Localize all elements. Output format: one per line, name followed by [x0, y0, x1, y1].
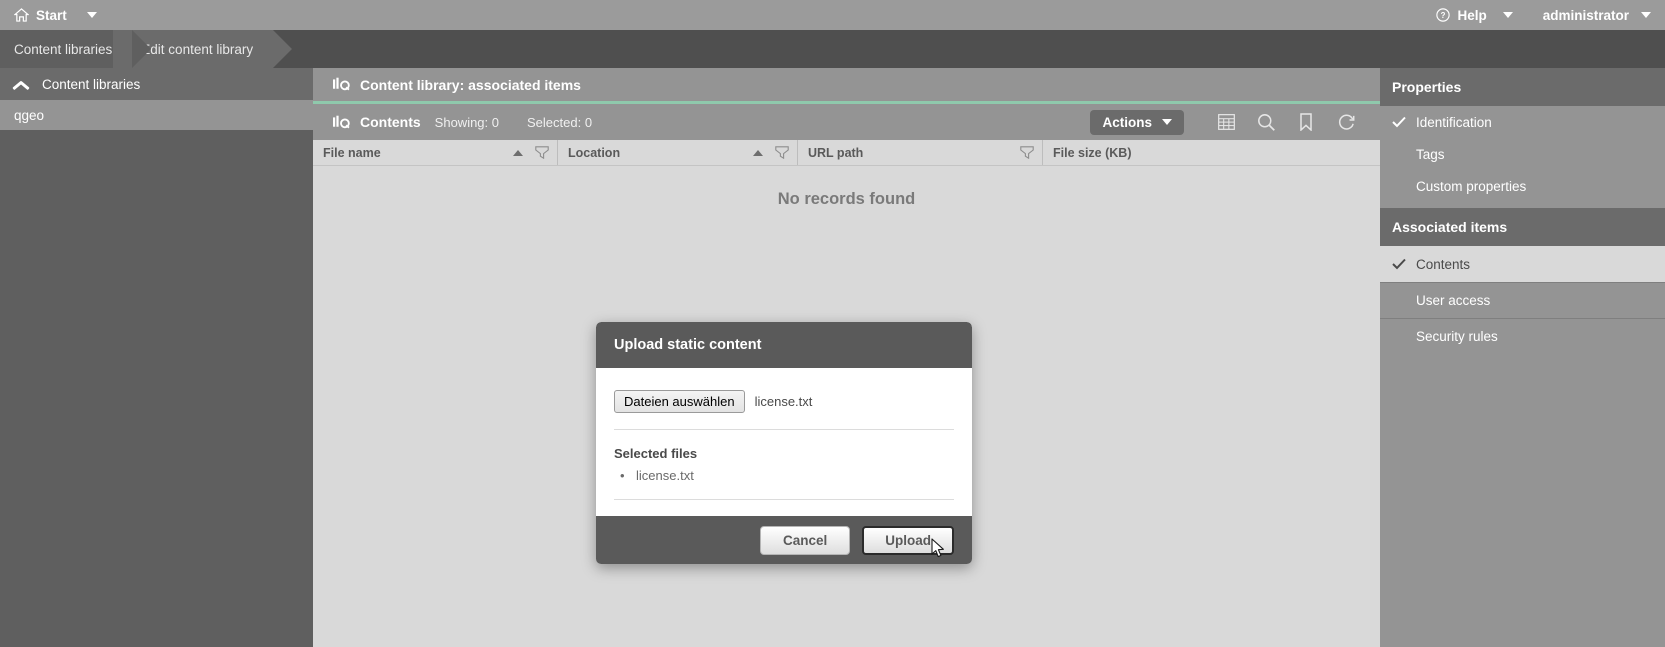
- refresh-icon[interactable]: [1326, 107, 1366, 137]
- page-title: Content library: associated items: [313, 68, 1380, 104]
- left-panel-title: Content libraries: [42, 77, 140, 92]
- user-chevron-down-icon[interactable]: [1641, 12, 1651, 18]
- contents-table-header: File name Location URL path: [313, 140, 1380, 166]
- sort-ascending-icon[interactable]: [513, 150, 523, 156]
- column-label: File size (KB): [1053, 146, 1372, 160]
- properties-item-tags[interactable]: Tags: [1380, 138, 1665, 170]
- list-item-label: qgeo: [14, 108, 44, 123]
- selected-files-list: license.txt: [614, 467, 954, 500]
- start-menu-button[interactable]: Start: [10, 6, 71, 25]
- properties-item-label: Identification: [1416, 115, 1492, 130]
- left-panel-header[interactable]: Content libraries: [0, 68, 313, 100]
- bookmark-icon[interactable]: [1286, 107, 1326, 137]
- file-chooser-row: Dateien auswählen license.txt: [614, 390, 954, 430]
- column-label: Location: [568, 146, 753, 160]
- column-header-url-path[interactable]: URL path: [798, 140, 1043, 165]
- chosen-file-name: license.txt: [755, 394, 813, 409]
- dialog-body: Dateien auswählen license.txt Selected f…: [596, 368, 972, 516]
- qlik-logo-icon: [333, 115, 350, 130]
- top-navigation-bar: Start ? Help administrator: [0, 0, 1665, 30]
- properties-item-custom-properties[interactable]: Custom properties: [1380, 170, 1665, 202]
- associated-item-security-rules[interactable]: Security rules: [1380, 318, 1665, 354]
- properties-item-label: Custom properties: [1416, 179, 1526, 194]
- list-item: license.txt: [636, 467, 954, 485]
- actions-label: Actions: [1102, 115, 1152, 130]
- filter-icon[interactable]: [535, 146, 549, 159]
- section-title: Associated items: [1392, 219, 1507, 235]
- help-button[interactable]: ? Help: [1432, 6, 1490, 25]
- upload-static-content-dialog: Upload static content Dateien auswählen …: [596, 322, 972, 564]
- associated-item-label: User access: [1416, 293, 1490, 308]
- column-header-location[interactable]: Location: [558, 140, 798, 165]
- list-item-qgeo[interactable]: qgeo: [0, 100, 313, 130]
- breadcrumb-label: Edit content library: [141, 42, 253, 57]
- showing-count: Showing: 0: [435, 115, 499, 130]
- selected-count: Selected: 0: [527, 115, 592, 130]
- contents-toolbar: Contents Showing: 0 Selected: 0 Actions: [313, 104, 1380, 140]
- column-label: File name: [323, 146, 513, 160]
- section-title: Properties: [1392, 79, 1461, 95]
- user-label: administrator: [1543, 8, 1629, 23]
- top-nav-left: Start: [10, 6, 97, 25]
- associated-item-label: Contents: [1416, 257, 1470, 272]
- check-icon: [1392, 116, 1408, 128]
- filter-icon[interactable]: [775, 146, 789, 159]
- top-nav-right: ? Help administrator: [1422, 6, 1651, 25]
- breadcrumb: Content libraries Edit content library: [0, 30, 1665, 68]
- help-label: Help: [1457, 8, 1486, 23]
- associated-item-contents[interactable]: Contents: [1380, 246, 1665, 282]
- filter-icon[interactable]: [1020, 146, 1034, 159]
- choose-files-button[interactable]: Dateien auswählen: [614, 390, 745, 413]
- check-icon: [1392, 258, 1408, 270]
- properties-item-identification[interactable]: Identification: [1380, 106, 1665, 138]
- svg-text:?: ?: [1441, 11, 1446, 20]
- question-circle-icon: ?: [1436, 8, 1450, 22]
- home-icon: [14, 8, 29, 22]
- associated-items-section-header: Associated items: [1380, 208, 1665, 246]
- associated-item-label: Security rules: [1416, 329, 1498, 344]
- dialog-title-bar: Upload static content: [596, 322, 972, 368]
- chevron-up-icon: [12, 78, 30, 90]
- cancel-button[interactable]: Cancel: [760, 526, 850, 555]
- start-label: Start: [36, 8, 67, 23]
- column-header-file-name[interactable]: File name: [313, 140, 558, 165]
- breadcrumb-label: Content libraries: [14, 42, 112, 57]
- properties-panel-filler: [1380, 354, 1665, 647]
- upload-button[interactable]: Upload: [862, 526, 954, 555]
- dialog-title: Upload static content: [614, 337, 761, 353]
- left-panel: Content libraries qgeo: [0, 68, 313, 647]
- page-title-label: Content library: associated items: [360, 77, 581, 93]
- start-chevron-down-icon[interactable]: [87, 12, 97, 18]
- associated-item-user-access[interactable]: User access: [1380, 282, 1665, 318]
- column-header-file-size[interactable]: File size (KB): [1043, 140, 1380, 165]
- dialog-footer: Cancel Upload: [596, 516, 972, 564]
- qlik-logo-icon: [333, 77, 350, 92]
- properties-item-label: Tags: [1416, 147, 1445, 162]
- properties-section-header: Properties: [1380, 68, 1665, 106]
- chevron-down-icon: [1162, 119, 1172, 125]
- search-icon[interactable]: [1246, 107, 1286, 137]
- table-columns-icon[interactable]: [1206, 107, 1246, 137]
- properties-panel: Properties Identification Tags Custom pr…: [1380, 68, 1665, 647]
- sort-ascending-icon[interactable]: [753, 150, 763, 156]
- help-chevron-down-icon[interactable]: [1503, 12, 1513, 18]
- column-label: URL path: [808, 146, 1020, 160]
- actions-button[interactable]: Actions: [1090, 110, 1184, 135]
- user-menu-button[interactable]: administrator: [1539, 6, 1633, 25]
- empty-state-message: No records found: [313, 166, 1380, 209]
- selected-files-heading: Selected files: [614, 446, 954, 461]
- contents-title: Contents: [360, 114, 421, 130]
